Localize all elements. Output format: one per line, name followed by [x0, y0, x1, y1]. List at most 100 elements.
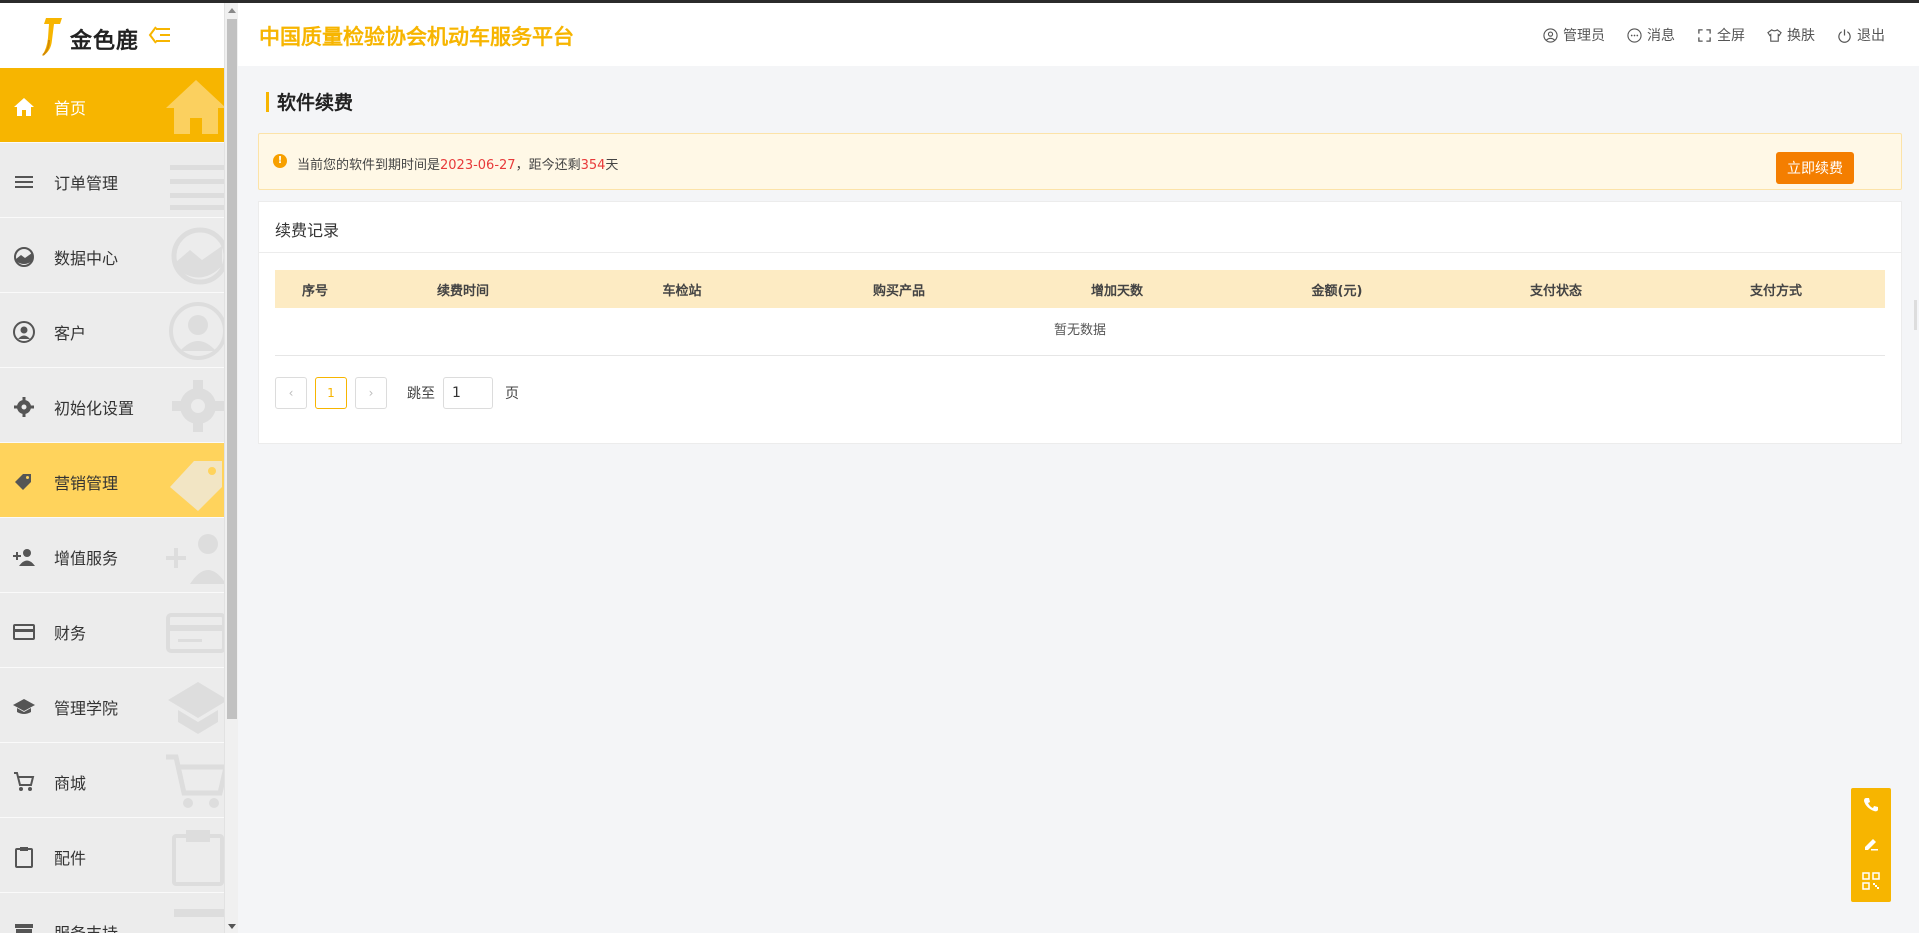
sidebar-menu: 首页 订单管理 数据中心 客户 初始化设置 营销管理 增值服务 财务 管理学院 … — [0, 68, 224, 933]
sidebar-item-finance[interactable]: 财务 — [0, 593, 224, 668]
sidebar-scrollbar[interactable] — [224, 3, 238, 933]
home-icon — [14, 98, 34, 116]
tag-bg-icon — [170, 461, 222, 511]
warning-icon: ! — [273, 154, 287, 168]
sidebar-item-value-added[interactable]: 增值服务 — [0, 518, 224, 593]
page-title-bar: 软件续费 — [266, 88, 353, 115]
sidebar-item-label: 服务支持 — [54, 920, 118, 933]
header-actions: 管理员 消息 全屏 换肤 退出 — [1543, 25, 1885, 45]
sidebar-item-mall[interactable]: 商城 — [0, 743, 224, 818]
jump-label: 跳至 — [407, 386, 435, 402]
sidebar-item-customers[interactable]: 客户 — [0, 293, 224, 368]
phone-icon[interactable] — [1862, 796, 1880, 814]
sidebar-item-data-center[interactable]: 数据中心 — [0, 218, 224, 293]
floating-toolbar — [1851, 788, 1891, 902]
sidebar-item-label: 增值服务 — [54, 549, 119, 568]
page-title: 软件续费 — [277, 92, 354, 114]
chart-bg-icon — [171, 227, 224, 285]
logo-icon — [42, 18, 62, 56]
sidebar-item-label: 商城 — [54, 774, 87, 793]
chart-icon — [14, 247, 34, 267]
sidebar-item-label: 订单管理 — [54, 174, 119, 193]
notice-suffix: 天 — [605, 158, 619, 173]
fullscreen-button[interactable]: 全屏 — [1697, 25, 1745, 45]
sidebar-item-marketing[interactable]: 营销管理 — [0, 443, 224, 518]
notice-prefix: 当前您的软件到期时间是 — [297, 158, 441, 173]
home-bg-icon — [166, 80, 224, 134]
qrcode-icon[interactable] — [1862, 872, 1880, 890]
app-title: 中国质量检验协会机动车服务平台 — [259, 25, 574, 49]
archive-icon — [15, 924, 33, 933]
clipboard-icon — [15, 847, 33, 868]
sidebar-item-parts[interactable]: 配件 — [0, 818, 224, 893]
scroll-down-icon[interactable] — [228, 924, 236, 929]
page-unit: 页 — [505, 386, 519, 402]
logout-label: 退出 — [1857, 28, 1885, 44]
card-bg-icon — [166, 613, 224, 653]
graduation-cap-bg-icon — [168, 682, 224, 734]
add-user-bg-icon — [166, 534, 224, 584]
pagination: ‹ 1 › 跳至 页 — [275, 377, 519, 409]
admin-button[interactable]: 管理员 — [1543, 25, 1605, 45]
tag-icon — [15, 474, 31, 490]
sidebar-item-orders[interactable]: 订单管理 — [0, 143, 224, 218]
sidebar-item-label: 首页 — [54, 99, 87, 118]
skin-label: 换肤 — [1787, 28, 1815, 44]
logo-text: 金色鹿 — [70, 29, 140, 54]
messages-label: 消息 — [1647, 28, 1675, 44]
fullscreen-label: 全屏 — [1717, 28, 1745, 44]
edit-icon[interactable] — [1862, 834, 1880, 852]
collapse-menu-icon[interactable] — [148, 25, 170, 45]
messages-button[interactable]: 消息 — [1627, 25, 1675, 45]
days-left: 354 — [580, 158, 606, 173]
sidebar-item-label: 客户 — [54, 324, 87, 343]
graduation-cap-icon — [13, 699, 35, 714]
page-number-button[interactable]: 1 — [315, 377, 347, 409]
add-user-icon — [13, 549, 35, 566]
card-divider — [259, 252, 1901, 253]
col-product: 购买产品 — [872, 283, 925, 299]
fullscreen-icon — [1698, 28, 1711, 42]
scrollbar-thumb[interactable] — [227, 19, 237, 719]
scroll-up-icon[interactable] — [228, 8, 236, 13]
logo-area: 金色鹿 — [0, 3, 224, 68]
sidebar-item-academy[interactable]: 管理学院 — [0, 668, 224, 743]
col-renew-time: 续费时间 — [436, 283, 489, 299]
card-icon — [13, 624, 35, 640]
right-edge-handle — [1914, 300, 1917, 330]
sidebar-item-home[interactable]: 首页 — [0, 68, 224, 143]
table-header: 序号 续费时间 车检站 购买产品 增加天数 金额(元) 支付状态 支付方式 — [275, 270, 1885, 308]
sidebar-item-support[interactable]: 服务支持 — [0, 893, 224, 933]
sidebar-item-label: 管理学院 — [54, 699, 119, 718]
user-circle-icon — [1543, 27, 1558, 43]
jump-page-input[interactable] — [443, 377, 493, 409]
notice-text: 当前您的软件到期时间是2023-06-27，距今还剩354天 — [297, 154, 618, 173]
next-page-button[interactable]: › — [355, 377, 387, 409]
message-icon — [1627, 27, 1642, 43]
records-table: 序号 续费时间 车检站 购买产品 增加天数 金额(元) 支付状态 支付方式 暂无… — [275, 270, 1885, 356]
sidebar-item-label: 财务 — [54, 624, 87, 643]
sidebar-item-label: 配件 — [54, 849, 87, 868]
expiry-notice: ! 当前您的软件到期时间是2023-06-27，距今还剩354天 立即续费 — [258, 133, 1902, 190]
admin-label: 管理员 — [1563, 28, 1605, 44]
list-bg-icon — [170, 165, 224, 210]
sidebar-item-label: 营销管理 — [54, 474, 119, 493]
col-days: 增加天数 — [1090, 283, 1143, 299]
col-index: 序号 — [301, 283, 328, 299]
skin-button[interactable]: 换肤 — [1767, 25, 1815, 45]
sidebar: 金色鹿 首页 订单管理 数据中心 客户 初始化设置 营销管理 增值服务 财务 管… — [0, 3, 224, 933]
prev-page-button[interactable]: ‹ — [275, 377, 307, 409]
sidebar-item-init-settings[interactable]: 初始化设置 — [0, 368, 224, 443]
user-bg-icon — [169, 302, 224, 360]
renewal-records-card: 续费记录 序号 续费时间 车检站 购买产品 增加天数 金额(元) 支付状态 支付… — [258, 201, 1902, 444]
col-pay-method: 支付方式 — [1749, 283, 1802, 299]
col-station: 车检站 — [662, 283, 702, 299]
logout-button[interactable]: 退出 — [1837, 25, 1885, 45]
notice-middle: ，距今还剩 — [515, 158, 581, 173]
top-header: 中国质量检验协会机动车服务平台 管理员 消息 全屏 换肤 退出 — [238, 3, 1919, 66]
list-icon — [15, 176, 33, 188]
col-amount: 金额(元) — [1311, 283, 1363, 299]
title-accent-bar — [266, 91, 269, 112]
sidebar-item-label: 数据中心 — [54, 249, 119, 268]
renew-now-button[interactable]: 立即续费 — [1776, 152, 1854, 184]
